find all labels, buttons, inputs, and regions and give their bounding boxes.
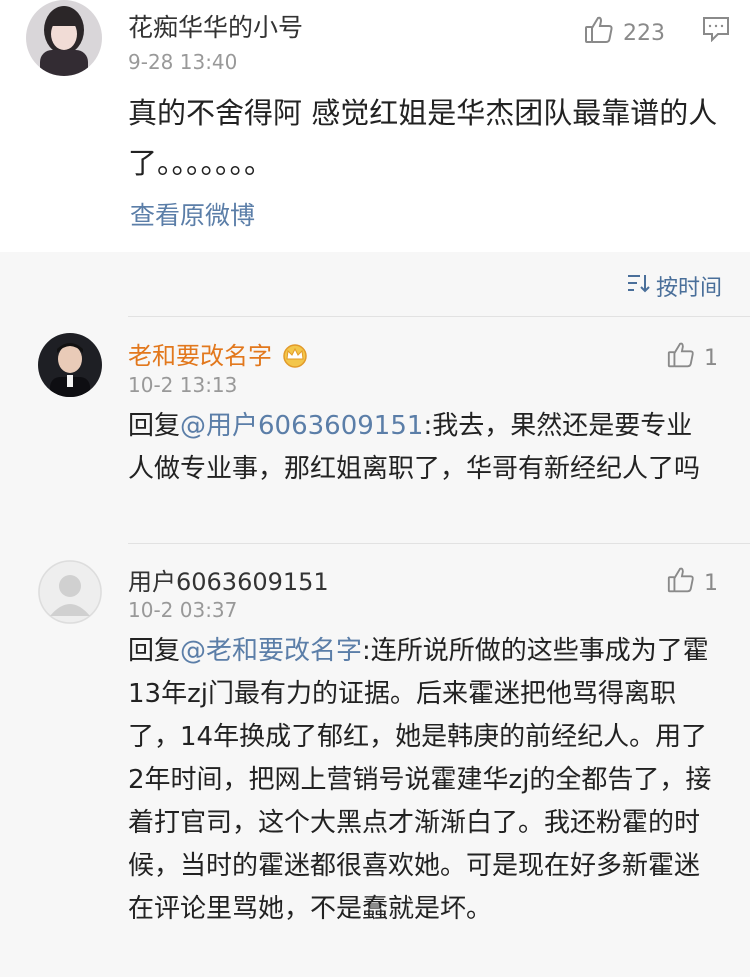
vip-crown-icon [280,342,310,374]
sort-label: 按时间 [655,276,722,301]
mention-link[interactable]: @老和要改名字 [180,636,362,666]
original-post: 花痴华华的小号 9-28 13:40 223 真的不舍得阿 感觉红姐是华杰团队最… [0,0,750,252]
thumbs-up-icon [666,340,696,376]
like-count: 223 [623,20,665,46]
like-button[interactable]: 223 [583,14,665,52]
like-button[interactable]: 1 [666,565,718,601]
mention-link[interactable]: @用户6063609151 [180,411,423,441]
avatar[interactable] [38,560,102,624]
avatar[interactable] [38,333,102,397]
post-text: 真的不舍得阿 感觉红姐是华杰团队最靠谱的人了。。。。。。。 [128,96,718,180]
view-original-link[interactable]: 查看原微博 [130,196,255,232]
sort-toggle[interactable]: 按时间 [626,270,722,302]
comment-time: 10-2 03:37 [128,598,238,622]
like-count: 1 [704,345,718,371]
sort-icon [626,272,650,300]
post-time: 9-28 13:40 [128,50,238,74]
divider [128,316,750,317]
username[interactable]: 用户6063609151 [128,562,329,597]
reply-prefix: 回复 [128,411,181,441]
comment-text: 回复@用户6063609151:我去，果然还是要专业人做专业事，那红姐离职了，华… [128,405,718,491]
comment-body: :连所说所做的这些事成为了霍13年zj门最有力的证据。后来霍迷把他骂得离职了，1… [128,636,712,924]
reply-prefix: 回复 [128,636,181,666]
like-button[interactable]: 1 [666,340,718,376]
username[interactable]: 花痴华华的小号 [128,8,303,44]
avatar[interactable] [26,0,102,76]
comment-text: 回复@老和要改名字:连所说所做的这些事成为了霍13年zj门最有力的证据。后来霍迷… [128,630,718,931]
comment-time: 10-2 13:13 [128,373,238,397]
username[interactable]: 老和要改名字 [128,336,310,374]
thumbs-up-icon [666,565,696,601]
divider [128,543,750,544]
like-count: 1 [704,570,718,596]
thumbs-up-icon [583,14,615,52]
comment-icon[interactable] [702,16,730,46]
